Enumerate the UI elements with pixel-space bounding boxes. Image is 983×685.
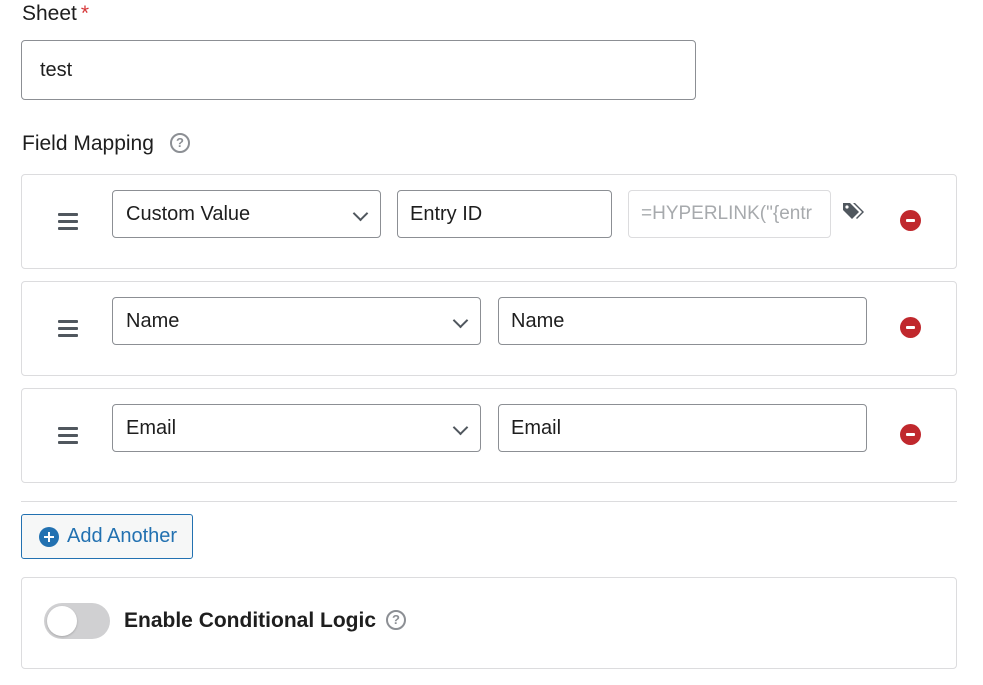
mapping-row: Name <box>21 281 957 376</box>
remove-row-button[interactable] <box>900 317 921 338</box>
drag-handle-icon[interactable] <box>58 320 78 338</box>
custom-value-input[interactable]: =HYPERLINK("{entr <box>628 190 831 238</box>
chevron-down-icon <box>452 312 469 329</box>
remove-row-button[interactable] <box>900 424 921 445</box>
required-asterisk: * <box>80 2 90 25</box>
mapping-row: Custom Value =HYPERLINK("{entr <box>21 174 957 269</box>
plus-circle-icon <box>39 527 59 547</box>
drag-handle-icon[interactable] <box>58 427 78 445</box>
field-select[interactable]: Name <box>112 297 481 345</box>
add-another-label: Add Another <box>67 525 178 547</box>
conditional-logic-panel: Enable Conditional Logic ? <box>21 577 957 669</box>
conditional-logic-toggle[interactable] <box>44 603 110 639</box>
field-mapping-label: Field Mapping <box>22 132 154 155</box>
column-name-input[interactable] <box>498 297 867 345</box>
column-name-input[interactable] <box>498 404 867 452</box>
field-mapping-help-icon[interactable]: ? <box>170 133 190 153</box>
toggle-knob <box>47 606 77 636</box>
add-another-button[interactable]: Add Another <box>21 514 193 559</box>
remove-row-button[interactable] <box>900 210 921 231</box>
field-select[interactable]: Email <box>112 404 481 452</box>
conditional-logic-help-icon[interactable]: ? <box>386 610 406 630</box>
field-select[interactable]: Custom Value <box>112 190 381 238</box>
sheet-label: Sheet * <box>22 2 90 25</box>
chevron-down-icon <box>352 205 369 222</box>
drag-handle-icon[interactable] <box>58 213 78 231</box>
column-name-input[interactable] <box>397 190 612 238</box>
chevron-down-icon <box>452 419 469 436</box>
conditional-logic-label: Enable Conditional Logic <box>124 609 376 632</box>
divider <box>21 501 957 502</box>
sheet-input[interactable] <box>21 40 696 100</box>
mapping-row: Email <box>21 388 957 483</box>
merge-tags-icon[interactable] <box>842 201 868 223</box>
